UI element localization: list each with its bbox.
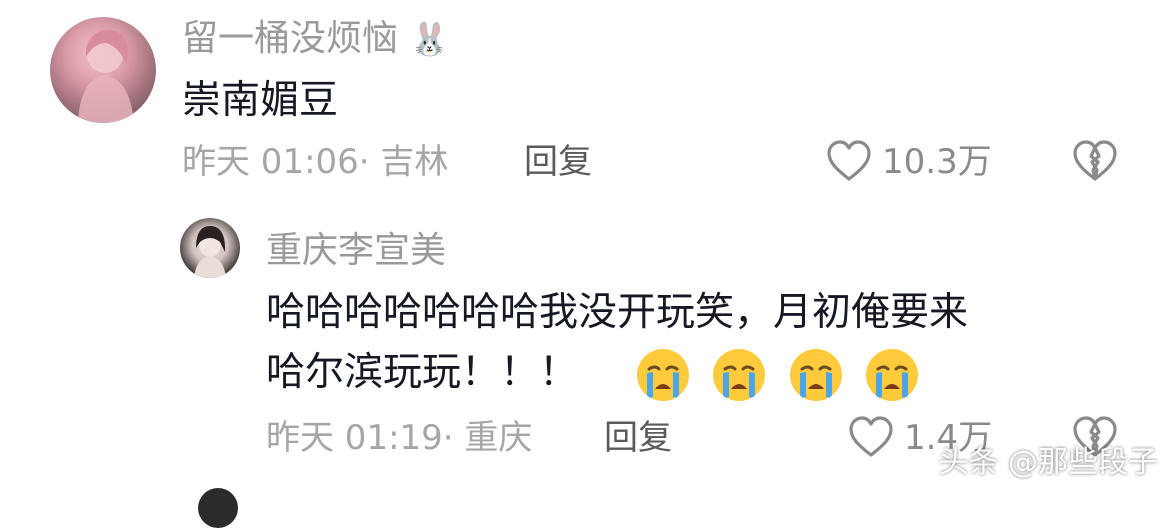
commenter-username[interactable]: 留一桶没烦恼 🐰 xyxy=(182,17,449,61)
reply-text-line-2: 哈尔滨玩玩！！！ xyxy=(266,344,920,403)
next-avatar-peek xyxy=(198,488,238,528)
reply-reply-button[interactable]: 回复 xyxy=(604,416,672,460)
watermark: 头条 @那些段子 xyxy=(938,445,1158,480)
bunny-emoji: 🐰 xyxy=(409,20,450,58)
reply-time: 昨天 01:19· xyxy=(266,418,454,458)
reply-location: 重庆 xyxy=(464,418,533,458)
crying-face-emoji xyxy=(635,347,691,403)
like-count: 10.3万 xyxy=(882,142,992,182)
comment-location: 吉林 xyxy=(380,142,449,182)
replier-username[interactable]: 重庆李宣美 xyxy=(266,229,446,273)
crying-face-emoji xyxy=(788,347,844,403)
commenter-username-text: 留一桶没烦恼 xyxy=(182,18,399,59)
reply-text-line-2-text: 哈尔滨玩玩！！！ xyxy=(266,350,579,395)
heart-icon[interactable] xyxy=(826,139,872,183)
broken-heart-icon[interactable] xyxy=(1072,139,1118,183)
reply-meta: 昨天 01:19· 重庆 xyxy=(266,416,532,460)
replier-avatar[interactable] xyxy=(180,218,240,278)
comment-text: 崇南媚豆 xyxy=(182,78,339,123)
heart-icon[interactable] xyxy=(848,415,894,459)
comment-time: 昨天 01:06· xyxy=(182,142,370,182)
comment-meta: 昨天 01:06· 吉林 xyxy=(182,140,448,184)
crying-face-emoji xyxy=(864,347,920,403)
reply-button[interactable]: 回复 xyxy=(524,140,592,184)
reply-text-line-1: 哈哈哈哈哈哈哈我没开玩笑，月初俺要来 xyxy=(266,290,969,335)
crying-face-emoji xyxy=(711,347,767,403)
commenter-avatar[interactable] xyxy=(50,17,156,123)
